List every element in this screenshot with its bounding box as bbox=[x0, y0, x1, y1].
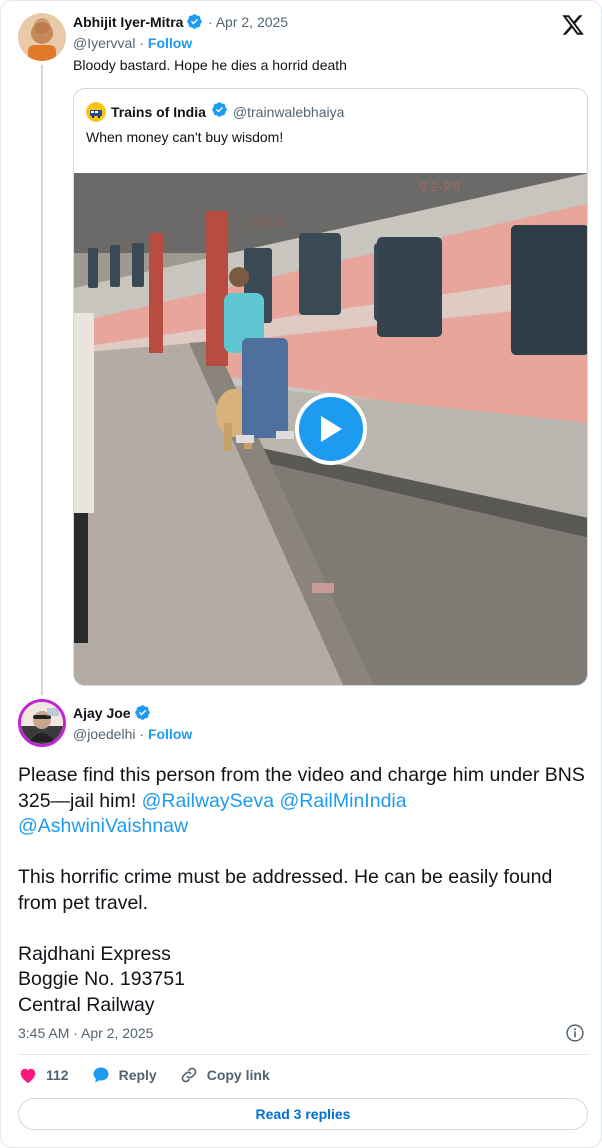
main-handle-line: @joedelhi · Follow bbox=[73, 726, 192, 744]
thread-line bbox=[41, 65, 43, 695]
play-button[interactable] bbox=[295, 393, 367, 465]
mention-railminindia[interactable]: @RailMinIndia bbox=[280, 790, 407, 812]
video-player[interactable]: 193751 ए 2-प्रथ bbox=[74, 173, 587, 685]
mention-railwayseva[interactable]: @RailwaySeva bbox=[142, 790, 275, 812]
copy-link-label: Copy link bbox=[206, 1067, 270, 1083]
parent-author-handle[interactable]: @Iyervval bbox=[73, 35, 135, 51]
reply-bubble-icon bbox=[93, 1067, 109, 1083]
parent-author-line: Abhijit Iyer-Mitra · Apr 2, 2025 bbox=[73, 13, 288, 35]
like-button[interactable]: 112 bbox=[18, 1065, 69, 1085]
heart-icon bbox=[20, 1068, 36, 1083]
main-author-handle[interactable]: @joedelhi bbox=[73, 726, 135, 742]
info-icon[interactable] bbox=[565, 1023, 585, 1048]
parent-author-name[interactable]: Abhijit Iyer-Mitra bbox=[73, 14, 183, 30]
main-author-line: Ajay Joe bbox=[73, 704, 151, 726]
mention-ashwinivaishnaw[interactable]: @AshwiniVaishnaw bbox=[18, 815, 188, 837]
reply-button[interactable]: Reply bbox=[91, 1065, 157, 1085]
separator: · bbox=[207, 14, 216, 30]
parent-handle-line: @Iyervval · Follow bbox=[73, 35, 192, 53]
quoted-tweet-text: When money can't buy wisdom! bbox=[86, 129, 284, 145]
x-logo-icon[interactable] bbox=[561, 13, 585, 42]
separator: · bbox=[135, 726, 148, 742]
separator: · bbox=[135, 35, 148, 51]
main-author-avatar[interactable] bbox=[18, 699, 66, 747]
follow-parent-button[interactable]: Follow bbox=[148, 35, 192, 51]
follow-main-button[interactable]: Follow bbox=[148, 726, 192, 742]
like-count: 112 bbox=[46, 1067, 69, 1083]
parent-tweet-text: Bloody bastard. Hope he dies a horrid de… bbox=[73, 57, 347, 73]
verified-badge-icon bbox=[134, 704, 151, 726]
embedded-tweet: Abhijit Iyer-Mitra · Apr 2, 2025 @Iyervv… bbox=[0, 0, 602, 1148]
play-icon bbox=[321, 416, 342, 442]
main-tweet-text: Please find this person from the video a… bbox=[18, 763, 588, 1018]
quoted-tweet-card[interactable]: Trains of India @trainwalebhaiya When mo… bbox=[73, 88, 588, 686]
quoted-author-name: Trains of India bbox=[111, 104, 206, 120]
main-text-part2: This horrific crime must be addressed. H… bbox=[18, 866, 553, 1016]
copy-link-button[interactable]: Copy link bbox=[179, 1065, 270, 1085]
parent-author-avatar[interactable] bbox=[18, 13, 66, 61]
quoted-author-avatar bbox=[86, 102, 106, 122]
link-icon bbox=[181, 1067, 197, 1083]
main-author-name[interactable]: Ajay Joe bbox=[73, 705, 131, 721]
parent-tweet-date[interactable]: Apr 2, 2025 bbox=[216, 14, 288, 30]
quoted-author-handle: @trainwalebhaiya bbox=[232, 104, 345, 120]
reply-label: Reply bbox=[118, 1067, 157, 1083]
quoted-tweet-header: Trains of India @trainwalebhaiya bbox=[86, 101, 344, 123]
verified-badge-icon bbox=[186, 13, 203, 35]
coach-hindi-label: ए 2-प्रथ bbox=[419, 178, 461, 194]
action-bar: 112 Reply Copy link bbox=[18, 1065, 292, 1085]
read-replies-button[interactable]: Read 3 replies bbox=[18, 1098, 588, 1130]
tweet-timestamp[interactable]: 3:45 AM · Apr 2, 2025 bbox=[18, 1025, 153, 1041]
divider bbox=[18, 1054, 588, 1055]
verified-badge-icon bbox=[211, 101, 228, 123]
coach-number-label: 193751 bbox=[246, 214, 286, 228]
